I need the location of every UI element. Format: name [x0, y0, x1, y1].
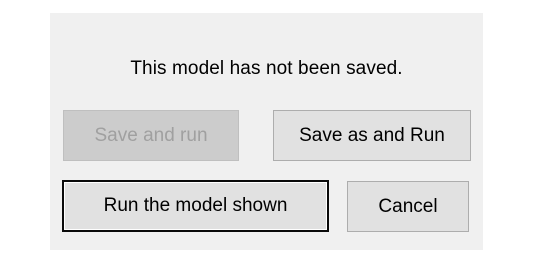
unsaved-model-dialog: This model has not been saved. Save and … — [50, 13, 483, 250]
cancel-button[interactable]: Cancel — [347, 181, 469, 232]
run-model-shown-button[interactable]: Run the model shown — [62, 180, 329, 232]
save-as-and-run-button[interactable]: Save as and Run — [273, 110, 471, 161]
save-and-run-button[interactable]: Save and run — [63, 110, 239, 161]
dialog-message: This model has not been saved. — [130, 58, 403, 79]
